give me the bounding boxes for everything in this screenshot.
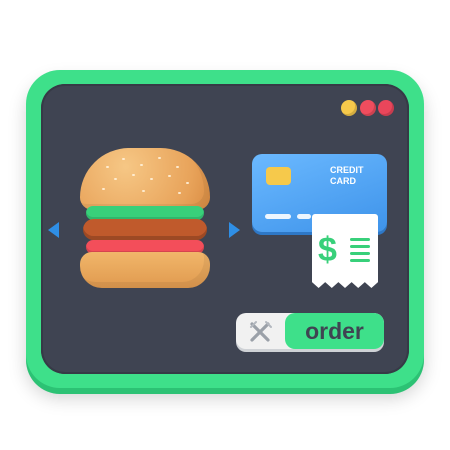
seed <box>178 192 181 194</box>
dollar-sign: $ <box>318 231 337 269</box>
arrow-right-icon[interactable] <box>229 222 240 238</box>
seed <box>114 178 117 180</box>
fork-knife-icon <box>242 316 280 346</box>
window-control-close[interactable] <box>378 100 394 116</box>
card-title-line1: CREDIT <box>330 165 364 175</box>
seed <box>176 166 179 168</box>
card-number-stripe <box>297 214 311 219</box>
seed <box>168 175 171 177</box>
receipt-line <box>350 245 370 248</box>
receipt-line <box>350 252 370 255</box>
receipt-line <box>350 259 370 262</box>
card-title: CREDIT CARD <box>330 165 380 187</box>
burger-lettuce <box>86 206 204 220</box>
window-control-yellow[interactable] <box>341 100 357 116</box>
card-title-line2: CARD <box>330 176 356 186</box>
seed <box>106 166 109 168</box>
seed <box>102 188 105 190</box>
card-number-stripe <box>265 214 291 219</box>
receipt-line <box>350 238 370 241</box>
seed <box>158 157 161 159</box>
burger-patty <box>83 219 207 240</box>
window-control-red[interactable] <box>360 100 376 116</box>
seed <box>150 178 153 180</box>
order-button[interactable]: order <box>285 313 384 349</box>
arrow-left-icon[interactable] <box>48 222 59 238</box>
seed <box>122 158 125 160</box>
seed <box>140 164 143 166</box>
seed <box>142 190 145 192</box>
seed <box>186 182 189 184</box>
order-label: order <box>305 317 364 344</box>
seed <box>132 174 135 176</box>
burger-bottom-bun <box>80 252 210 288</box>
card-chip-icon <box>266 167 291 185</box>
burger-top-bun <box>80 148 210 210</box>
